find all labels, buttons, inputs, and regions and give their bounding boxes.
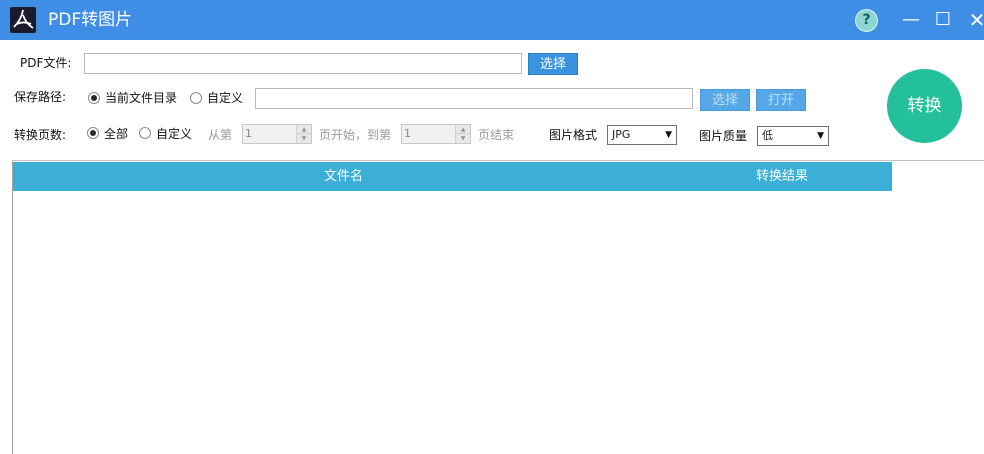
- title-bar: PDF转图片 ? — ☐ ✕: [0, 0, 984, 40]
- pages-start-label: 页开始，到第: [319, 128, 392, 142]
- close-button[interactable]: ✕: [966, 8, 984, 32]
- pages-custom-label: 自定义: [156, 127, 193, 141]
- from-page-down-icon[interactable]: ▼: [297, 134, 311, 143]
- column-header-filename[interactable]: 文件名: [324, 162, 363, 191]
- pdf-file-select-button[interactable]: 选择: [528, 53, 578, 75]
- to-page-spin-arrows: ▲ ▼: [455, 125, 470, 143]
- from-page-up-icon[interactable]: ▲: [297, 125, 311, 134]
- pages-label: 转换页数:: [14, 128, 67, 142]
- to-page-down-icon[interactable]: ▼: [456, 134, 470, 143]
- pages-all-label: 全部: [104, 127, 129, 141]
- format-label: 图片格式: [549, 128, 598, 142]
- save-path-current-radio[interactable]: [88, 92, 100, 104]
- to-page-up-icon[interactable]: ▲: [456, 125, 470, 134]
- save-path-open-button[interactable]: 打开: [756, 89, 806, 111]
- file-table-body[interactable]: [13, 191, 984, 454]
- from-page-spinbox[interactable]: 1 ▲ ▼: [242, 124, 312, 144]
- pdf-file-input[interactable]: [84, 53, 522, 74]
- to-page-spinbox[interactable]: 1 ▲ ▼: [401, 124, 471, 144]
- save-path-custom-label: 自定义: [207, 91, 244, 105]
- convert-button[interactable]: 转换: [887, 69, 962, 143]
- quality-dropdown-icon: ▼: [817, 131, 824, 141]
- format-select[interactable]: JPG ▼: [607, 125, 677, 145]
- window-title: PDF转图片: [48, 10, 133, 30]
- pdf-app-logo-icon: [10, 7, 36, 33]
- minimize-button[interactable]: —: [900, 8, 922, 32]
- from-page-spin-arrows: ▲ ▼: [296, 125, 311, 143]
- from-page-value: 1: [245, 127, 252, 140]
- to-page-value: 1: [404, 127, 411, 140]
- format-value: JPG: [612, 128, 631, 141]
- pages-from-label: 从第: [208, 128, 233, 142]
- help-button[interactable]: ?: [855, 9, 878, 32]
- save-path-select-button[interactable]: 选择: [700, 89, 750, 111]
- quality-label: 图片质量: [699, 129, 748, 143]
- save-path-custom-radio[interactable]: [190, 92, 202, 104]
- file-table-header: 文件名 转换结果: [13, 162, 892, 191]
- quality-value: 低: [762, 129, 773, 142]
- pages-end-label: 页结束: [478, 128, 515, 142]
- pages-all-radio[interactable]: [87, 127, 99, 139]
- maximize-button[interactable]: ☐: [932, 8, 954, 32]
- save-path-label: 保存路径:: [14, 90, 67, 104]
- save-path-input[interactable]: [255, 88, 693, 109]
- pages-custom-radio[interactable]: [139, 127, 151, 139]
- pdf-file-label: PDF文件:: [20, 56, 72, 70]
- format-dropdown-icon: ▼: [665, 130, 672, 140]
- column-header-result[interactable]: 转换结果: [756, 162, 808, 191]
- table-top-divider: [12, 160, 984, 161]
- save-path-current-label: 当前文件目录: [105, 91, 178, 105]
- quality-select[interactable]: 低 ▼: [757, 126, 829, 146]
